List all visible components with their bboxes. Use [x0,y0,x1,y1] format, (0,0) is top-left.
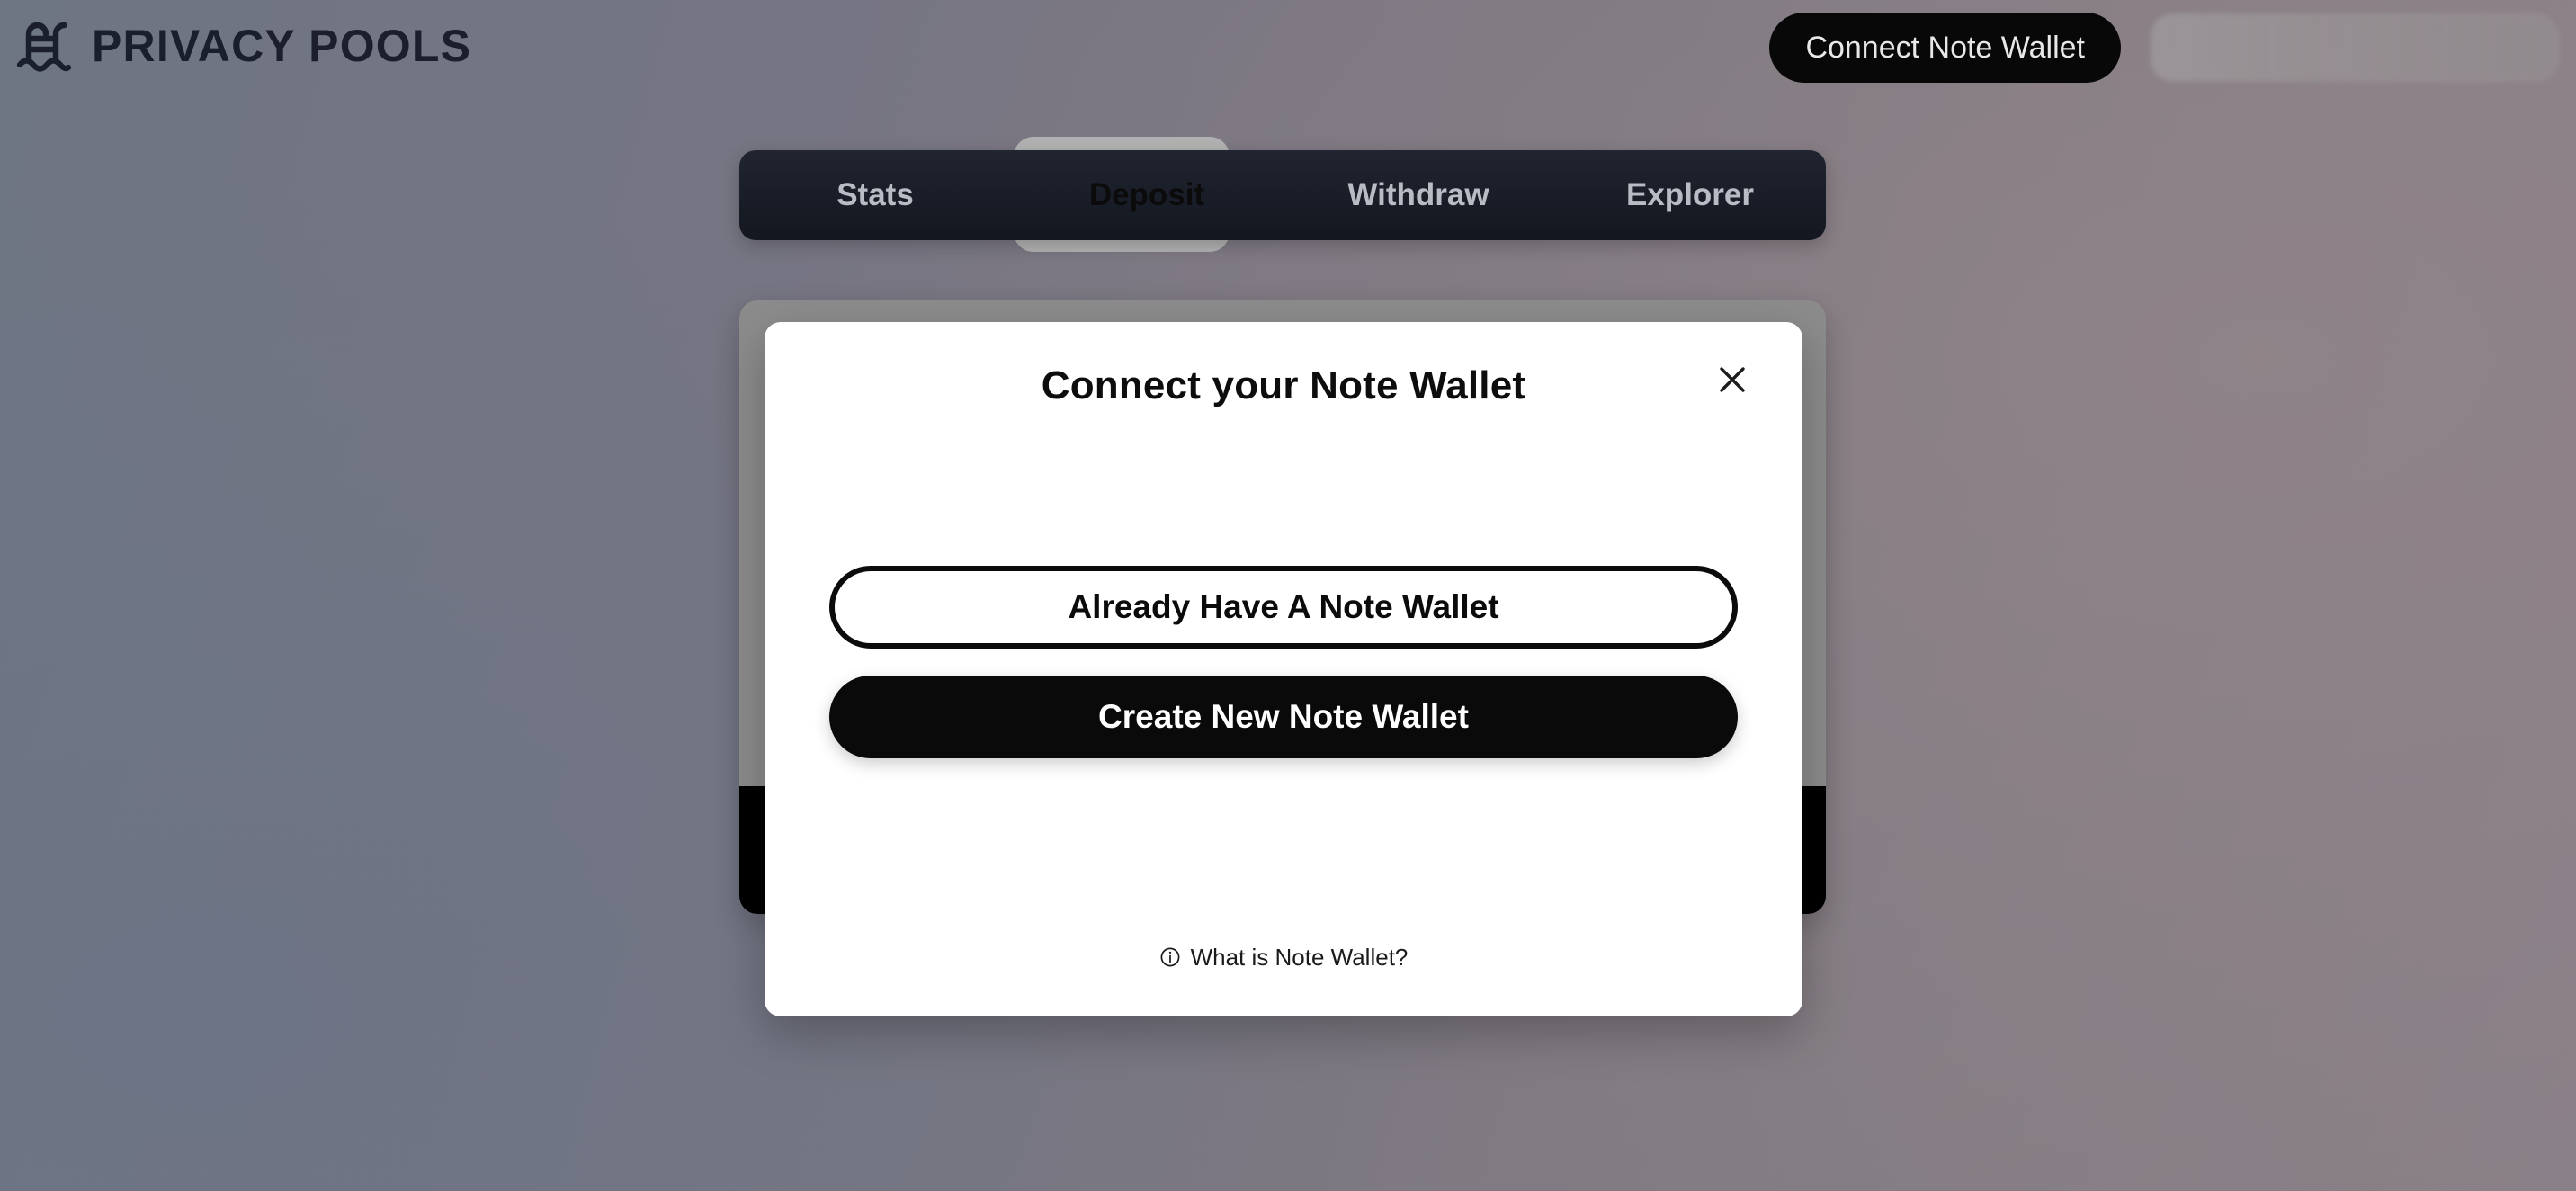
what-is-note-wallet-link[interactable]: What is Note Wallet? [1159,943,1409,972]
page-title: PRIVACY POOLS [92,21,472,71]
create-new-note-wallet-button[interactable]: Create New Note Wallet [829,676,1738,758]
wallet-connect-skeleton[interactable] [2151,14,2558,81]
modal-body: Already Have A Note Wallet Create New No… [765,426,1802,898]
main-tabbar: Stats Deposit Withdraw Explorer [739,150,1826,240]
modal-title: Connect your Note Wallet [1041,363,1526,407]
brand: PRIVACY POOLS [16,20,471,72]
already-have-note-wallet-button[interactable]: Already Have A Note Wallet [829,566,1738,649]
modal-footer: What is Note Wallet? [765,898,1802,1016]
close-icon[interactable] [1709,356,1756,403]
tab-stats[interactable]: Stats [739,150,1011,240]
connect-note-wallet-button[interactable]: Connect Note Wallet [1769,13,2121,83]
tab-withdraw[interactable]: Withdraw [1283,150,1554,240]
info-circle-icon [1159,946,1181,968]
app-header: PRIVACY POOLS Connect Note Wallet [0,0,2576,103]
modal-header: Connect your Note Wallet [765,322,1802,450]
tab-explorer[interactable]: Explorer [1554,150,1826,240]
tab-deposit[interactable]: Deposit [1011,150,1283,240]
what-is-note-wallet-label: What is Note Wallet? [1190,943,1409,971]
header-actions: Connect Note Wallet [1769,13,2558,83]
connect-note-wallet-modal: Connect your Note Wallet Already Have A … [765,322,1802,1016]
pool-ladder-icon [16,20,72,72]
